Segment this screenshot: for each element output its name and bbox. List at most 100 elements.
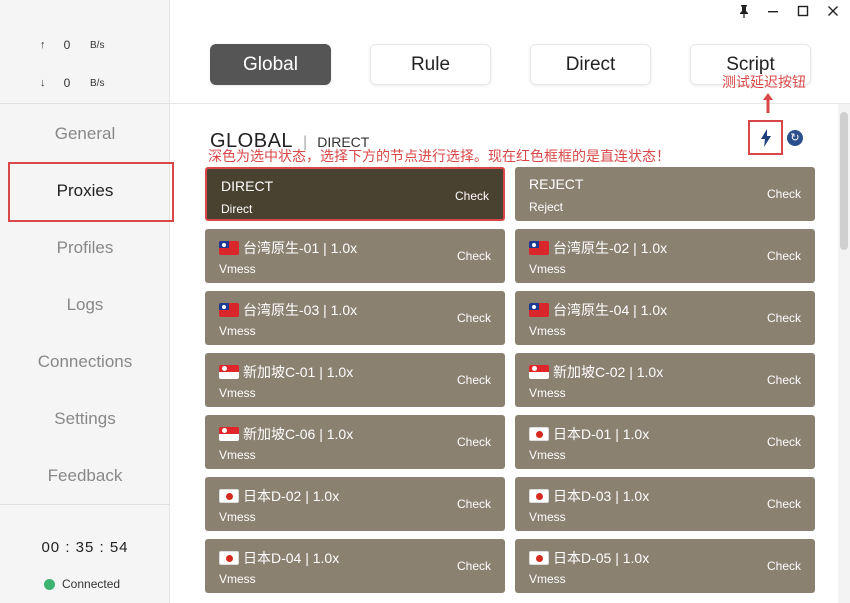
proxy-name: DIRECT xyxy=(221,178,273,194)
clashx-window: ↑ 0 B/s ↓ 0 B/s General Proxies Profiles… xyxy=(0,0,850,603)
proxy-card[interactable]: 新加坡C-01 | 1.0x Vmess Check xyxy=(205,353,505,407)
check-latency-button[interactable]: Check xyxy=(457,249,491,263)
scrollbar-thumb[interactable] xyxy=(840,112,848,250)
proxy-card[interactable]: 日本D-04 | 1.0x Vmess Check xyxy=(205,539,505,593)
check-latency-button[interactable]: Check xyxy=(457,435,491,449)
proxy-name: 新加坡C-06 | 1.0x xyxy=(219,424,353,444)
check-latency-button[interactable]: Check xyxy=(767,497,801,511)
sidebar-footer: 00 : 35 : 54 Connected xyxy=(0,504,170,603)
check-latency-button[interactable]: Check xyxy=(767,373,801,387)
proxy-name: REJECT xyxy=(529,176,583,192)
proxy-name-text: 日本D-02 | 1.0x xyxy=(243,488,340,504)
test-latency-annotation: 测试延迟按钮 xyxy=(722,74,806,90)
proxy-name-text: 台湾原生-04 | 1.0x xyxy=(553,302,668,318)
close-icon[interactable] xyxy=(824,4,842,22)
proxy-type: Vmess xyxy=(529,448,566,462)
scrollbar[interactable] xyxy=(838,104,850,603)
maximize-icon[interactable] xyxy=(794,4,812,22)
check-latency-button[interactable]: Check xyxy=(767,249,801,263)
check-latency-button[interactable]: Check xyxy=(767,311,801,325)
proxy-type: Vmess xyxy=(219,572,256,586)
uptime-clock: 00 : 35 : 54 xyxy=(41,539,129,556)
proxy-card[interactable]: 台湾原生-02 | 1.0x Vmess Check xyxy=(515,229,815,283)
sidebar-item-label: Feedback xyxy=(47,466,123,485)
upload-value: 0 xyxy=(63,38,71,52)
sidebar-item-profiles[interactable]: Profiles xyxy=(0,219,170,276)
check-latency-button[interactable]: Check xyxy=(457,373,491,387)
sidebar-item-proxies[interactable]: Proxies xyxy=(0,162,174,222)
proxy-card[interactable]: 台湾原生-03 | 1.0x Vmess Check xyxy=(205,291,505,345)
check-latency-button[interactable]: Check xyxy=(767,559,801,573)
speed-test-button[interactable] xyxy=(748,120,783,155)
proxy-name: 日本D-04 | 1.0x xyxy=(219,548,339,568)
check-latency-button[interactable]: Check xyxy=(457,559,491,573)
proxy-type: Vmess xyxy=(529,572,566,586)
pin-icon[interactable] xyxy=(735,4,753,22)
proxy-type: Vmess xyxy=(219,510,256,524)
proxy-card[interactable]: 台湾原生-04 | 1.0x Vmess Check xyxy=(515,291,815,345)
sidebar-item-general[interactable]: General xyxy=(0,105,170,162)
tw-flag-icon xyxy=(219,303,239,317)
proxy-card[interactable]: 台湾原生-01 | 1.0x Vmess Check xyxy=(205,229,505,283)
sidebar-item-settings[interactable]: Settings xyxy=(0,390,170,447)
proxy-name-text: 新加坡C-02 | 1.0x xyxy=(553,364,664,380)
mode-bar: Global Rule Direct Script xyxy=(170,26,850,104)
proxy-type: Vmess xyxy=(529,510,566,524)
download-speed: ↓ 0 B/s xyxy=(40,76,104,90)
tw-flag-icon xyxy=(219,241,239,255)
connection-status: Connected xyxy=(44,577,120,591)
jp-flag-icon xyxy=(529,427,549,441)
sidebar-item-label: Logs xyxy=(66,295,104,314)
sync-icon[interactable]: ↻ xyxy=(787,130,803,146)
proxy-name-text: 新加坡C-06 | 1.0x xyxy=(243,426,354,442)
proxy-card[interactable]: 日本D-01 | 1.0x Vmess Check xyxy=(515,415,815,469)
jp-flag-icon xyxy=(219,551,239,565)
proxy-name: 日本D-01 | 1.0x xyxy=(529,424,649,444)
proxy-card[interactable]: DIRECT Direct Check xyxy=(205,167,505,221)
proxy-type: Vmess xyxy=(529,386,566,400)
proxy-card[interactable]: 日本D-05 | 1.0x Vmess Check xyxy=(515,539,815,593)
proxy-card[interactable]: 新加坡C-06 | 1.0x Vmess Check xyxy=(205,415,505,469)
proxy-name-text: DIRECT xyxy=(221,178,274,194)
check-latency-button[interactable]: Check xyxy=(457,311,491,325)
proxy-name: 日本D-02 | 1.0x xyxy=(219,486,339,506)
status-dot-icon xyxy=(44,578,55,590)
check-latency-button[interactable]: Check xyxy=(767,187,801,201)
proxy-name: 新加坡C-01 | 1.0x xyxy=(219,362,353,382)
traffic-panel: ↑ 0 B/s ↓ 0 B/s xyxy=(0,0,170,104)
proxy-type: Vmess xyxy=(219,324,256,338)
check-latency-button[interactable]: Check xyxy=(457,497,491,511)
status-text: Connected xyxy=(62,577,121,591)
proxy-card[interactable]: 日本D-02 | 1.0x Vmess Check xyxy=(205,477,505,531)
proxy-name-text: REJECT xyxy=(529,176,584,192)
proxy-card[interactable]: 新加坡C-02 | 1.0x Vmess Check xyxy=(515,353,815,407)
proxy-card[interactable]: 日本D-03 | 1.0x Vmess Check xyxy=(515,477,815,531)
proxy-name-text: 日本D-01 | 1.0x xyxy=(553,426,650,442)
jp-flag-icon xyxy=(529,489,549,503)
sg-flag-icon xyxy=(529,365,549,379)
download-unit: B/s xyxy=(90,77,105,89)
mode-direct-button[interactable]: Direct xyxy=(530,44,651,85)
sidebar-item-label: Profiles xyxy=(56,238,114,257)
check-latency-button[interactable]: Check xyxy=(767,435,801,449)
sidebar-item-feedback[interactable]: Feedback xyxy=(0,447,170,504)
proxy-type: Reject xyxy=(529,200,564,214)
proxy-name-text: 台湾原生-01 | 1.0x xyxy=(243,240,358,256)
tw-flag-icon xyxy=(529,303,549,317)
sg-flag-icon xyxy=(219,427,239,441)
download-value: 0 xyxy=(63,76,71,90)
mode-global-button[interactable]: Global xyxy=(210,44,331,85)
sidebar-item-label: Settings xyxy=(54,409,116,428)
proxy-type: Vmess xyxy=(529,262,566,276)
check-latency-button[interactable]: Check xyxy=(455,189,489,203)
proxy-card[interactable]: REJECT Reject Check xyxy=(515,167,815,221)
proxy-name: 台湾原生-03 | 1.0x xyxy=(219,300,357,320)
mode-rule-button[interactable]: Rule xyxy=(370,44,491,85)
upload-unit: B/s xyxy=(90,39,105,51)
proxy-name: 日本D-03 | 1.0x xyxy=(529,486,649,506)
minimize-icon[interactable] xyxy=(764,4,782,22)
sidebar-item-logs[interactable]: Logs xyxy=(0,276,170,333)
sidebar-item-connections[interactable]: Connections xyxy=(0,333,170,390)
proxy-name: 台湾原生-02 | 1.0x xyxy=(529,238,667,258)
selection-state-annotation: 深色为选中状态，选择下方的节点进行选择。现在红色框框的是直连状态！ xyxy=(208,148,670,164)
